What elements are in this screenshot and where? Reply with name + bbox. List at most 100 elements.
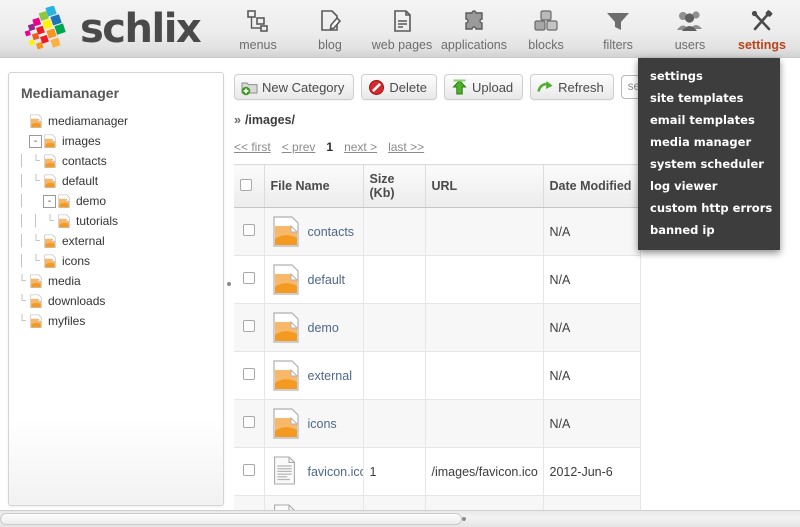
cell-date-modified: N/A <box>543 399 641 448</box>
nav-item-users[interactable]: users <box>654 3 726 52</box>
file-name-link[interactable]: external <box>308 369 352 383</box>
blog-icon <box>294 6 366 36</box>
tree-node-myfiles[interactable]: └ myfiles <box>15 311 223 331</box>
cell-url <box>425 351 544 400</box>
dropdown-item-settings[interactable]: settings <box>638 65 780 87</box>
cell-size <box>363 255 426 304</box>
upload-button[interactable]: Upload <box>443 74 524 100</box>
table-row[interactable]: default N/A <box>234 255 641 304</box>
column-header-size[interactable]: Size (Kb) <box>363 164 426 208</box>
table-row[interactable]: contacts N/A <box>234 207 641 256</box>
dropdown-item-banned-ip[interactable]: banned ip <box>638 219 780 241</box>
tree-node-label[interactable]: contacts <box>62 154 107 168</box>
table-row[interactable]: icons N/A <box>234 399 641 448</box>
tree-node-default[interactable]: │ └ default <box>15 171 223 191</box>
tree-expander-demo[interactable]: - <box>43 194 56 208</box>
refresh-icon <box>537 79 554 96</box>
tree-node-label[interactable]: downloads <box>48 294 105 308</box>
nav-item-menus[interactable]: menus <box>222 3 294 52</box>
nav-item-web-pages[interactable]: web pages <box>366 3 438 52</box>
dropdown-item-system-scheduler[interactable]: system scheduler <box>638 153 780 175</box>
settings-dropdown-menu: settings site templates email templates … <box>638 58 780 250</box>
file-name-link[interactable]: favicon.ico <box>308 465 363 479</box>
pagination-prev[interactable]: < prev <box>282 140 316 154</box>
row-checkbox[interactable] <box>242 320 255 332</box>
pagination-next[interactable]: next > <box>344 140 377 154</box>
tree-node-icons[interactable]: │ └ icons <box>15 251 223 271</box>
file-name-link[interactable]: icons <box>308 417 337 431</box>
tree-node-label[interactable]: default <box>62 174 98 188</box>
nav-item-settings[interactable]: settings <box>726 3 798 52</box>
table-row[interactable]: demo N/A <box>234 303 641 352</box>
row-checkbox[interactable] <box>242 464 255 476</box>
dropdown-item-media-manager[interactable]: media manager <box>638 131 780 153</box>
pagination-last[interactable]: last >> <box>388 140 424 154</box>
splitter-grip-icon[interactable] <box>227 282 231 286</box>
refresh-button[interactable]: Refresh <box>530 74 614 100</box>
column-header-url[interactable]: URL <box>425 164 544 208</box>
folder-icon <box>57 194 71 208</box>
scrollbar-thumb[interactable] <box>0 513 462 525</box>
row-select-cell <box>234 255 265 304</box>
brand-logo[interactable]: schlix <box>22 5 202 52</box>
column-header-date-modified[interactable]: Date Modified <box>543 164 641 208</box>
tree-node-label[interactable]: demo <box>76 194 106 208</box>
tree-node-label[interactable]: images <box>62 134 101 148</box>
dropdown-item-email-templates[interactable]: email templates <box>638 109 780 131</box>
select-all-checkbox[interactable] <box>240 178 252 191</box>
tree-node-label[interactable]: media <box>48 274 81 288</box>
tree-node-contacts[interactable]: │ └ contacts <box>15 151 223 171</box>
row-checkbox[interactable] <box>242 368 255 380</box>
panel-splitter[interactable] <box>226 72 232 506</box>
tree-node-media[interactable]: └ media <box>15 271 223 291</box>
row-checkbox[interactable] <box>242 224 255 236</box>
nav-label-settings: settings <box>738 38 786 52</box>
cell-size <box>363 303 426 352</box>
tree-guide-icon: └ <box>46 215 54 227</box>
tree-node-images[interactable]: - images <box>15 131 223 151</box>
folder-icon <box>29 114 43 128</box>
tree-node-demo[interactable]: │ - demo <box>15 191 223 211</box>
tree-guide-icon: └ <box>32 155 40 167</box>
row-select-cell <box>234 399 265 448</box>
pagination-first[interactable]: << first <box>234 140 271 154</box>
tree-expander-images[interactable]: - <box>29 134 42 148</box>
cell-file-name: external <box>264 351 364 400</box>
dropdown-item-custom-http-errors[interactable]: custom http errors <box>638 197 780 219</box>
file-name-link[interactable]: demo <box>308 321 339 335</box>
sidebar-title: Mediamanager <box>21 85 120 101</box>
file-name-link[interactable]: contacts <box>308 225 355 239</box>
dropdown-item-site-templates[interactable]: site templates <box>638 87 780 109</box>
tree-node-mediamanager[interactable]: mediamanager <box>15 111 223 131</box>
tree-node-external[interactable]: │ └ external <box>15 231 223 251</box>
nav-item-filters[interactable]: filters <box>582 3 654 52</box>
cell-url: /images/favicon.ico <box>425 447 544 496</box>
tree-guide-icon: │ <box>18 175 26 187</box>
file-icon <box>271 455 301 489</box>
table-header-row: File Name Size (Kb) URL Date Modified <box>234 164 641 208</box>
tree-node-downloads[interactable]: └ downloads <box>15 291 223 311</box>
file-name-link[interactable]: default <box>308 273 346 287</box>
tree-node-label[interactable]: mediamanager <box>48 114 128 128</box>
breadcrumb-path[interactable]: /images/ <box>245 113 295 127</box>
table-row[interactable]: external N/A <box>234 351 641 400</box>
delete-button[interactable]: Delete <box>361 74 437 100</box>
tree-node-label[interactable]: myfiles <box>48 314 85 328</box>
tree-node-label[interactable]: icons <box>62 254 90 268</box>
folder-tree: mediamanager - images │ └ contacts │ └ default │ -… <box>9 107 223 331</box>
nav-item-blog[interactable]: blog <box>294 3 366 52</box>
row-checkbox[interactable] <box>242 272 255 284</box>
table-row[interactable]: favicon.ico 1/images/favicon.ico 2012-Jun-… <box>234 447 641 496</box>
horizontal-scrollbar[interactable] <box>0 510 800 527</box>
tree-node-tutorials[interactable]: │ │ └ tutorials <box>15 211 223 231</box>
nav-item-applications[interactable]: applications <box>438 3 510 52</box>
column-header-file-name[interactable]: File Name <box>264 164 364 208</box>
cell-url <box>425 255 544 304</box>
new-category-button[interactable]: New Category <box>234 74 355 100</box>
tree-node-label[interactable]: tutorials <box>76 214 118 228</box>
tree-node-label[interactable]: external <box>62 234 105 248</box>
row-checkbox[interactable] <box>242 416 255 428</box>
dropdown-item-log-viewer[interactable]: log viewer <box>638 175 780 197</box>
nav-item-blocks[interactable]: blocks <box>510 3 582 52</box>
cell-url <box>425 207 544 256</box>
